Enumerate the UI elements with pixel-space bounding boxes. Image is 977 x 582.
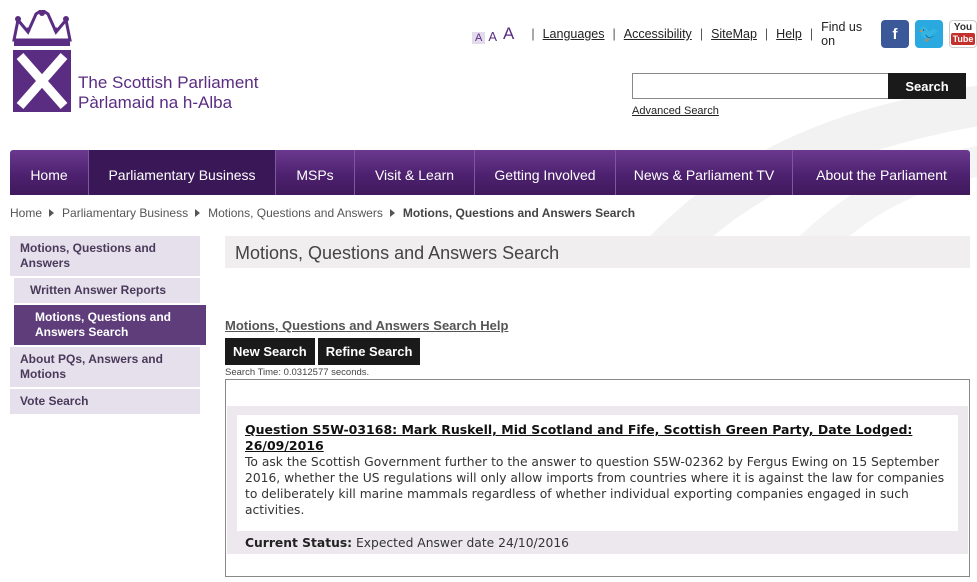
chevron-right-icon <box>389 209 395 217</box>
status-value: Expected Answer date 24/10/2016 <box>356 536 569 550</box>
result-question-text: To ask the Scottish Government further t… <box>245 455 945 517</box>
logo-title-gaelic: Pàrlamaid na h-Alba <box>78 93 233 112</box>
sidebar: Motions, Questions and Answers Written A… <box>10 236 206 416</box>
page-title: Motions, Questions and Answers Search <box>235 243 560 263</box>
sidebar-item-motions[interactable]: Motions, Questions and Answers <box>10 236 200 276</box>
search-time: Search Time: 0.0312577 seconds. <box>225 367 370 378</box>
result-status: Current Status: Expected Answer date 24/… <box>245 536 950 550</box>
breadcrumb-motions[interactable]: Motions, Questions and Answers <box>208 206 383 220</box>
nav-news-parliament-tv[interactable]: News & Parliament TV <box>616 150 793 195</box>
sidebar-item-about-pqs[interactable]: About PQs, Answers and Motions <box>10 347 200 387</box>
social-links: f 🐦 You Tube <box>881 20 977 48</box>
breadcrumb-parliamentary-business[interactable]: Parliamentary Business <box>62 206 188 220</box>
nav-visit-learn[interactable]: Visit & Learn <box>355 150 475 195</box>
accessibility-link[interactable]: Accessibility <box>624 27 692 41</box>
result-item: Question S5W-03168: Mark Ruskell, Mid Sc… <box>234 412 961 550</box>
text-size-medium[interactable]: A <box>485 29 500 44</box>
text-size-small[interactable]: A <box>472 32 486 44</box>
page-title-bar: Motions, Questions and Answers Search <box>225 236 970 268</box>
breadcrumb: Home Parliamentary Business Motions, Que… <box>10 206 635 220</box>
search-input[interactable] <box>632 73 888 99</box>
sitemap-link[interactable]: SiteMap <box>711 27 757 41</box>
twitter-icon[interactable]: 🐦 <box>915 20 943 48</box>
status-label: Current Status: <box>245 536 353 550</box>
utility-bar: A A A | Languages | Accessibility | Site… <box>472 20 977 48</box>
new-search-button[interactable]: New Search <box>225 338 315 365</box>
sidebar-item-vote-search[interactable]: Vote Search <box>10 389 200 414</box>
chevron-right-icon <box>49 209 55 217</box>
sidebar-item-written-answer-reports[interactable]: Written Answer Reports <box>14 278 200 303</box>
nav-home[interactable]: Home <box>10 150 89 195</box>
breadcrumb-current: Motions, Questions and Answers Search <box>402 206 636 220</box>
search-help-link[interactable]: Motions, Questions and Answers Search He… <box>225 318 508 333</box>
nav-getting-involved[interactable]: Getting Involved <box>475 150 616 195</box>
logo[interactable]: The Scottish Parliament Pàrlamaid na h-A… <box>10 8 270 115</box>
results-panel: Question S5W-03168: Mark Ruskell, Mid Sc… <box>225 379 970 577</box>
main-navigation: Home Parliamentary Business MSPs Visit &… <box>10 150 970 195</box>
youtube-icon[interactable]: You Tube <box>949 20 977 48</box>
chevron-right-icon <box>195 209 201 217</box>
nav-msps[interactable]: MSPs <box>276 150 355 195</box>
nav-parliamentary-business[interactable]: Parliamentary Business <box>89 150 276 195</box>
breadcrumb-home[interactable]: Home <box>10 206 42 220</box>
facebook-icon[interactable]: f <box>881 20 909 48</box>
logo-title-english: The Scottish Parliament <box>78 73 259 92</box>
sidebar-item-mqa-search[interactable]: Motions, Questions and Answers Search <box>14 305 206 345</box>
refine-search-button[interactable]: Refine Search <box>317 338 421 365</box>
search-actions: New Search Refine Search <box>225 338 421 365</box>
search-button[interactable]: Search <box>888 73 966 99</box>
text-size-control: A A A <box>472 24 517 44</box>
find-us-label: Find us on <box>821 20 863 48</box>
languages-link[interactable]: Languages <box>543 27 605 41</box>
site-search: Search <box>632 73 966 99</box>
nav-about-parliament[interactable]: About the Parliament <box>793 150 970 195</box>
crown-saltire-icon <box>12 8 72 112</box>
result-title-link[interactable]: Question S5W-03168: Mark Ruskell, Mid Sc… <box>245 422 950 454</box>
advanced-search-link[interactable]: Advanced Search <box>632 105 719 117</box>
text-size-large[interactable]: A <box>500 24 517 44</box>
help-link[interactable]: Help <box>776 27 802 41</box>
